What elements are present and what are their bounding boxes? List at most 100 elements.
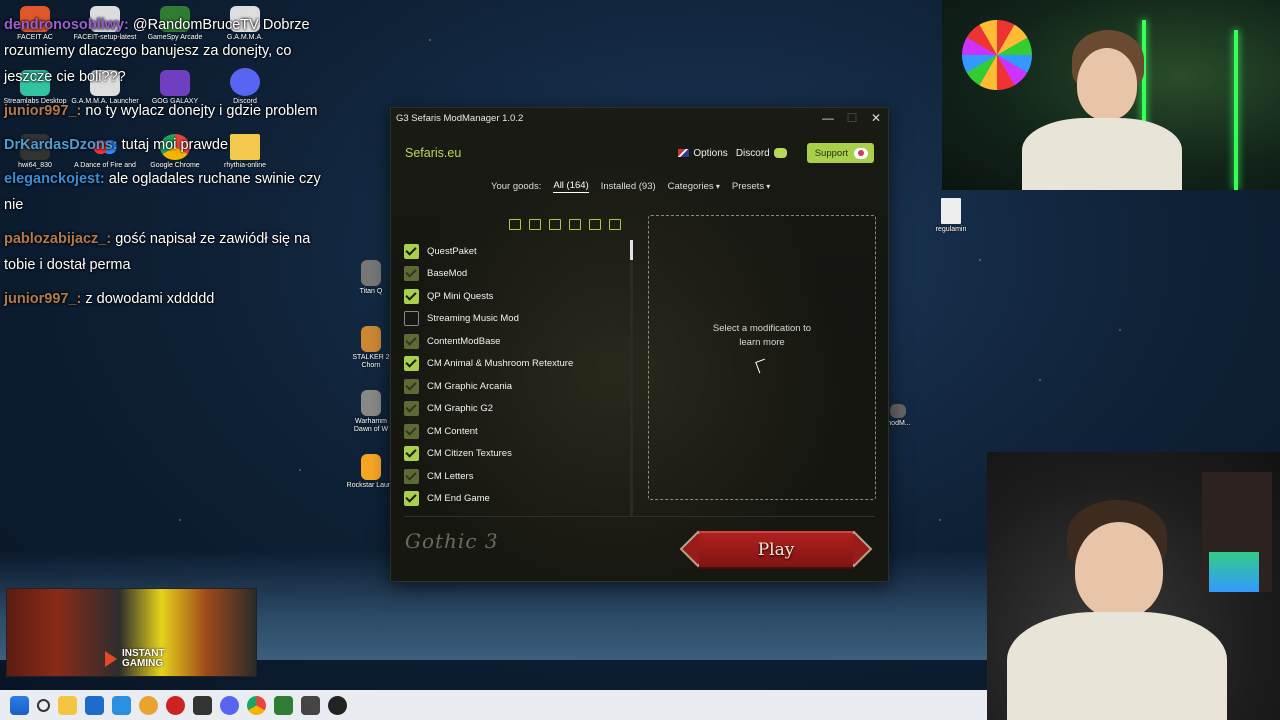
heart-icon [854, 147, 868, 159]
tab-all[interactable]: All (164) [553, 180, 589, 193]
mod-row[interactable]: QuestPaket [404, 240, 629, 263]
mod-row[interactable]: Streaming Music Mod [404, 308, 629, 331]
mod-row[interactable]: CM End Game [404, 488, 629, 511]
app-icon[interactable] [112, 695, 131, 715]
app-icon[interactable] [328, 695, 347, 715]
mod-name: CM Letters [427, 470, 474, 482]
mod-row[interactable]: CM Citizen Textures [404, 443, 629, 466]
folder-download-icon[interactable] [609, 219, 621, 230]
chat-message: DrKardasDzons: tutaj moi prawde [4, 132, 334, 158]
detail-placeholder: Select a modification to learn more [712, 322, 812, 348]
mod-checkbox[interactable] [404, 266, 419, 282]
instant-gaming-ad[interactable]: INSTANT GAMING [6, 588, 257, 677]
app-icon[interactable] [193, 695, 212, 715]
scrollbar-thumb[interactable] [630, 240, 633, 260]
rockstar-icon [361, 454, 381, 480]
mod-list: QuestPaket BaseMod QP Mini Quests Streaming… [404, 240, 629, 516]
discord-icon [773, 148, 787, 158]
categories-dropdown[interactable]: Categories [668, 181, 720, 192]
discord-icon[interactable] [220, 695, 239, 715]
brand-link[interactable]: Sefaris.eu [405, 146, 670, 160]
desktop-icon-regulamin[interactable]: regulamin [916, 198, 986, 234]
chat-message: pablozabijacz_: gość napisał ze zawiódł … [4, 226, 334, 278]
app-icon[interactable] [274, 695, 293, 715]
store-icon[interactable] [85, 695, 104, 715]
search-icon[interactable] [37, 698, 50, 712]
discord-button[interactable]: Discord [736, 148, 787, 159]
window-title: G3 Sefaris ModManager 1.0.2 [396, 112, 524, 124]
mod-list-scrollbar[interactable] [630, 240, 633, 516]
mod-checkbox[interactable] [404, 423, 419, 439]
gamma-icon[interactable] [301, 695, 320, 715]
mod-row[interactable]: CM Graphic Arcania [404, 375, 629, 398]
chat-text: tutaj moi prawde [121, 137, 229, 153]
mod-row[interactable]: CM Letters [404, 465, 629, 488]
tab-installed[interactable]: Installed (93) [601, 181, 656, 192]
webcam-top [942, 0, 1280, 190]
presets-dropdown[interactable]: Presets [732, 181, 770, 192]
chrome-icon[interactable] [247, 695, 266, 715]
uk-flag-icon [678, 149, 690, 157]
mod-row[interactable]: QP Mini Quests [404, 285, 629, 308]
select-all-icon[interactable] [509, 219, 521, 230]
mod-name: CM Graphic G2 [427, 403, 493, 415]
streamer-face [1077, 48, 1137, 120]
mod-checkbox[interactable] [404, 446, 419, 462]
windows-start-icon[interactable] [10, 695, 29, 715]
mod-checkbox[interactable] [404, 468, 419, 484]
app-icon[interactable] [139, 695, 158, 715]
desktop-icon-titan[interactable]: Titan Q [346, 260, 396, 296]
neon-light [1234, 30, 1238, 190]
mod-row[interactable]: CM Content [404, 420, 629, 443]
list-toolbar [509, 219, 621, 230]
folder-add-icon[interactable] [589, 219, 601, 230]
close-button[interactable]: ✕ [864, 108, 888, 128]
mod-row[interactable]: CM Graphic G2 [404, 398, 629, 421]
support-button[interactable]: Support [806, 143, 874, 163]
mod-checkbox[interactable] [404, 378, 419, 394]
desktop-icon-stalker2[interactable]: STALKER 2 Chorn [346, 326, 396, 370]
folder-open-icon[interactable] [569, 219, 581, 230]
mod-name: CM End Game [427, 493, 490, 505]
taskbar [0, 690, 987, 720]
game-icon [361, 260, 381, 286]
mod-name: QP Mini Quests [427, 290, 494, 302]
window-titlebar[interactable]: G3 Sefaris ModManager 1.0.2 — ☐ ✕ [391, 108, 888, 128]
document-icon [941, 198, 961, 224]
options-button[interactable]: Options [678, 148, 728, 159]
chat-username: junior997_: [4, 291, 82, 307]
mod-checkbox[interactable] [404, 333, 419, 349]
deselect-all-icon[interactable] [529, 219, 541, 230]
play-button[interactable]: Play [679, 530, 873, 569]
chat-text: no ty wylacz donejty i gdzie problem [85, 103, 318, 119]
desktop-icon-rockstar[interactable]: Rockstar Launc [346, 454, 396, 490]
mod-checkbox[interactable] [404, 243, 419, 259]
mod-row[interactable]: CM Animal & Mushroom Retexture [404, 353, 629, 376]
folder-icon[interactable] [549, 219, 561, 230]
minimize-button[interactable]: — [816, 108, 840, 128]
mod-checkbox[interactable] [404, 491, 419, 507]
divider [404, 516, 875, 517]
maximize-button[interactable]: ☐ [840, 108, 864, 128]
desktop-icon-warhammer[interactable]: Warhamm Dawn of W [346, 390, 396, 434]
modmanager-window: G3 Sefaris ModManager 1.0.2 — ☐ ✕ Sefari… [390, 107, 889, 582]
loading-cursor-icon [755, 358, 769, 373]
header-bar: Sefaris.eu Options Discord Support [405, 142, 874, 164]
app-icon[interactable] [166, 695, 185, 715]
mod-row[interactable]: BaseMod [404, 263, 629, 286]
chat-message: dendronosobliwy: @RandomBruceTV Dobrze r… [4, 12, 334, 90]
mod-checkbox[interactable] [404, 288, 419, 304]
mod-row[interactable]: ContentModBase [404, 330, 629, 353]
chat-message: junior997_: z dowodami xddddd [4, 286, 334, 312]
mod-name: CM Citizen Textures [427, 448, 512, 460]
mod-checkbox[interactable] [404, 311, 419, 327]
mod-name: CM Content [427, 425, 478, 437]
mod-checkbox[interactable] [404, 401, 419, 417]
prize-wheel [962, 20, 1032, 90]
gothic-logo: Gothic 3 [405, 529, 499, 553]
ad-label: INSTANT GAMING [122, 648, 165, 669]
game-icon [361, 326, 381, 352]
file-explorer-icon[interactable] [58, 695, 77, 715]
mod-checkbox[interactable] [404, 356, 419, 372]
your-goods-label: Your goods: [491, 181, 542, 192]
